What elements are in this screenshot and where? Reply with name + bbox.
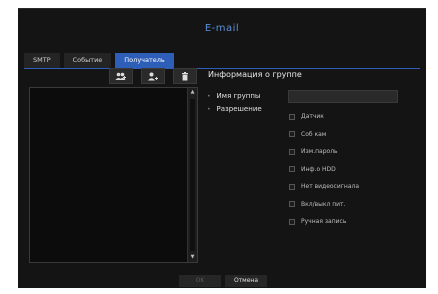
checkbox[interactable] <box>289 131 295 137</box>
perm-camera-event[interactable]: Соб кам <box>289 131 359 138</box>
scroll-track[interactable] <box>190 99 195 251</box>
checkbox[interactable] <box>289 166 295 172</box>
perm-label: Соб кам <box>301 130 327 138</box>
group-name-label-text: Имя группы <box>216 92 261 100</box>
group-name-label: • Имя группы <box>207 92 260 100</box>
checkbox[interactable] <box>289 201 295 207</box>
checkbox[interactable] <box>289 113 295 120</box>
perm-manual-record[interactable]: Ручная запись <box>289 218 359 225</box>
perm-label: Нет видеосигнала <box>301 183 360 190</box>
list-scrollbar[interactable]: ▲ ▼ <box>187 88 197 262</box>
checkbox[interactable] <box>289 148 295 155</box>
add-user-button[interactable] <box>141 68 165 84</box>
delete-button[interactable] <box>173 68 197 84</box>
tab-underline <box>24 68 420 69</box>
tab-event[interactable]: Событие <box>63 53 112 68</box>
add-user-icon <box>148 72 158 80</box>
dialog-footer: OK Отмена <box>179 275 267 287</box>
perm-hdd-info[interactable]: Инф.о HDD <box>289 166 359 173</box>
perm-label: Датчик <box>301 113 324 120</box>
perm-label: Ручная запись <box>301 218 347 225</box>
perm-label: Изм.пароль <box>301 148 338 155</box>
add-group-button[interactable] <box>109 68 133 84</box>
perm-password-change[interactable]: Изм.пароль <box>289 148 359 155</box>
cancel-button[interactable]: Отмена <box>225 275 267 287</box>
dialog-title: E-mail <box>204 23 240 34</box>
tab-recipient[interactable]: Получатель <box>115 53 174 68</box>
tab-bar: SMTP Событие Получатель <box>24 53 174 68</box>
bullet-icon: • <box>207 93 211 100</box>
group-info-heading: Информация о группе <box>208 70 302 79</box>
perm-sensor[interactable]: Датчик <box>289 113 359 120</box>
add-group-icon <box>115 72 126 80</box>
group-name-input[interactable] <box>288 90 398 103</box>
permission-label: • Разрешение <box>207 105 262 113</box>
perm-power[interactable]: Вкл/выкл пит. <box>289 201 359 208</box>
perm-no-video[interactable]: Нет видеосигнала <box>289 183 359 190</box>
scroll-up-icon[interactable]: ▲ <box>188 88 197 97</box>
checkbox[interactable] <box>289 218 295 225</box>
ok-button[interactable]: OK <box>179 275 221 287</box>
bullet-icon: • <box>207 106 211 113</box>
trash-icon <box>182 71 188 80</box>
perm-label: Вкл/выкл пит. <box>301 200 346 208</box>
group-list[interactable]: ▲ ▼ <box>29 87 198 263</box>
permission-list: Датчик Соб кам Изм.пароль Инф.о HDD Нет … <box>289 113 359 236</box>
scroll-down-icon[interactable]: ▼ <box>188 253 197 262</box>
checkbox[interactable] <box>289 183 295 190</box>
tab-smtp[interactable]: SMTP <box>24 53 60 68</box>
perm-label: Инф.о HDD <box>301 165 336 173</box>
permission-label-text: Разрешение <box>216 105 262 113</box>
group-toolbar <box>109 68 197 84</box>
